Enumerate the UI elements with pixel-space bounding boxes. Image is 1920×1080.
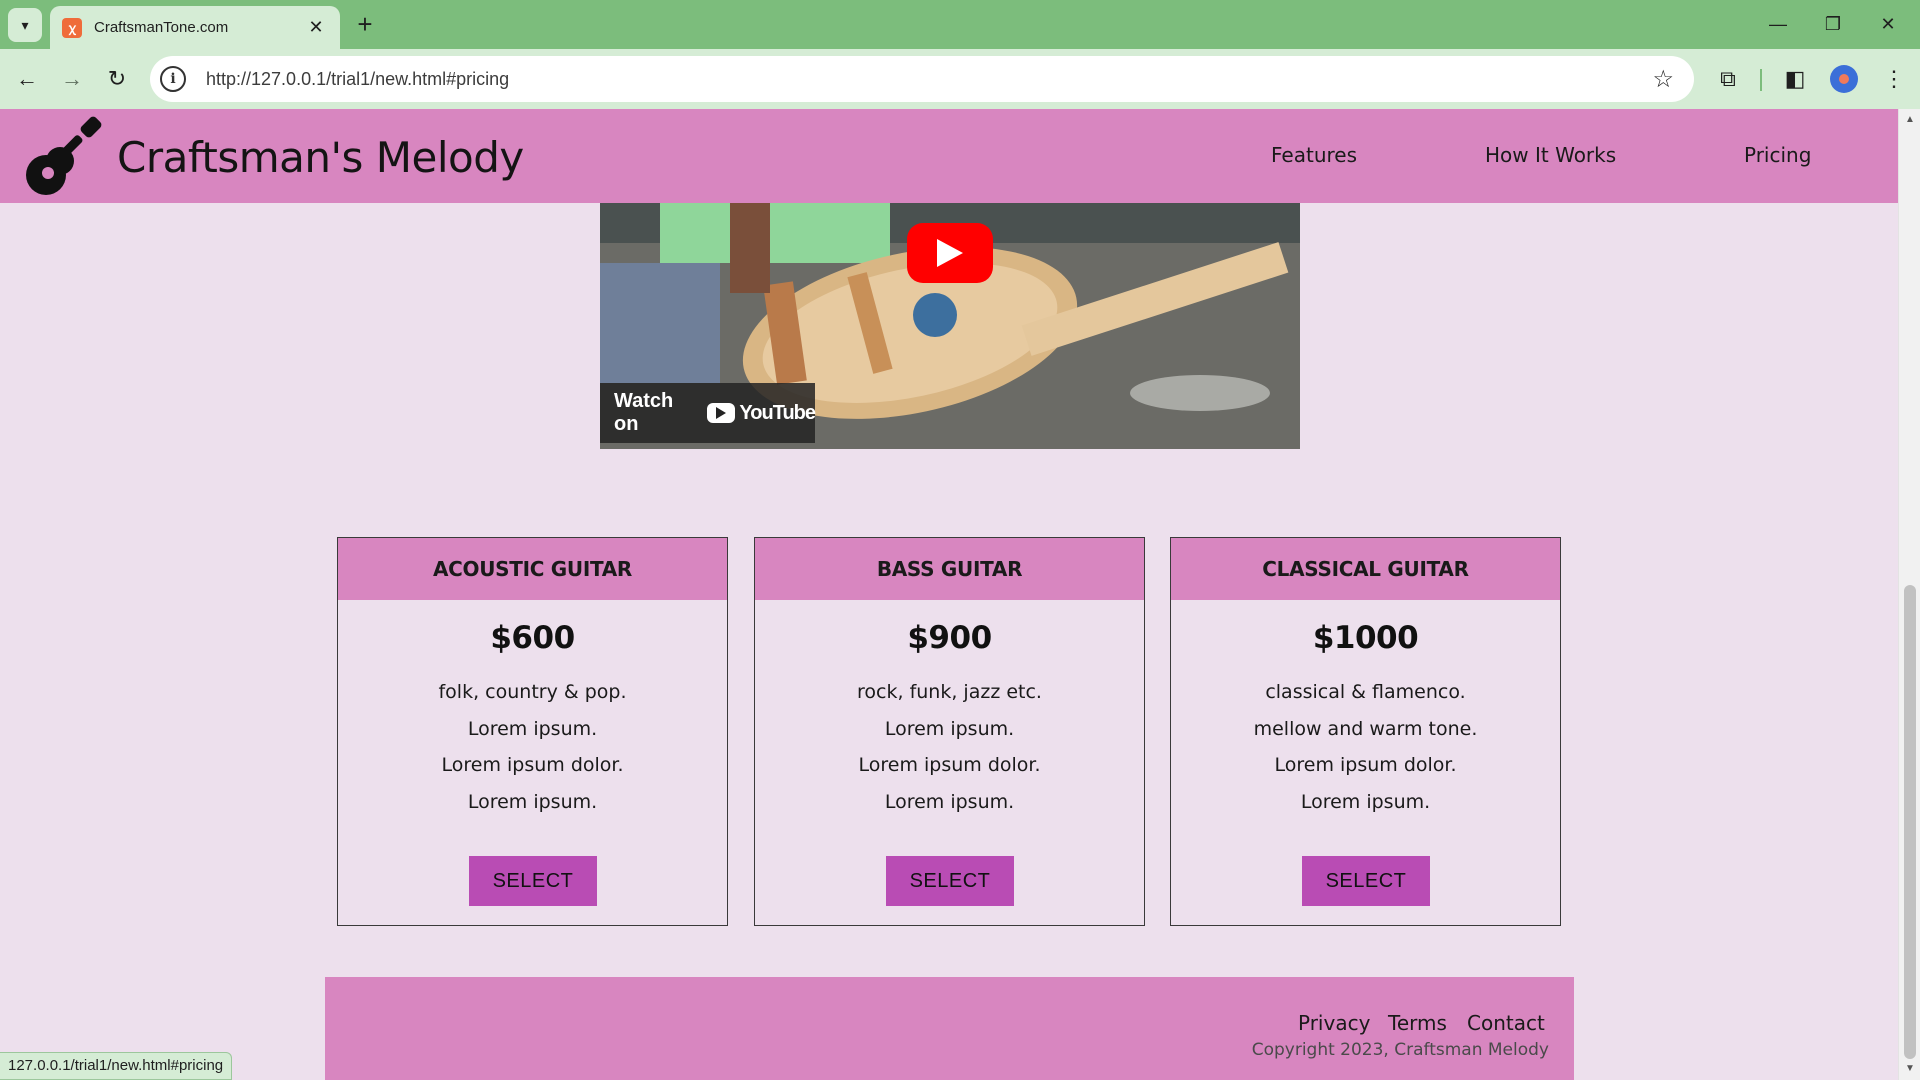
back-arrow-icon[interactable]: ← <box>9 61 45 97</box>
watch-on-label: Watch on <box>614 390 674 435</box>
select-button-classical[interactable]: SELECT <box>1302 856 1430 906</box>
feature-item: Lorem ipsum. <box>467 717 598 740</box>
card-title: CLASSICAL GUITAR <box>1171 538 1560 600</box>
watch-on-youtube-link[interactable]: Watch on YouTube <box>600 383 816 443</box>
feature-item: Lorem ipsum. <box>467 790 598 813</box>
nav-link-how-it-works[interactable]: How It Works <box>1485 143 1616 167</box>
url-text[interactable]: http://127.0.0.1/trial1/new.html#pricing <box>206 69 1652 90</box>
site-footer: Privacy Terms Contact Copyright 2023, Cr… <box>325 977 1574 1080</box>
reload-icon[interactable]: ↻ <box>99 61 135 97</box>
youtube-logo: YouTube <box>707 401 816 425</box>
feature-list: classical & flamenco. mellow and warm to… <box>1171 674 1560 820</box>
footer-link-privacy[interactable]: Privacy <box>1298 1011 1370 1035</box>
close-icon[interactable]: ✕ <box>304 17 328 38</box>
copyright-text: Copyright 2023, Craftsman Melody <box>1251 1040 1549 1060</box>
tab-search-button[interactable]: ▾ <box>8 8 42 42</box>
feature-item: Lorem ipsum dolor. <box>1274 754 1457 776</box>
nav-link-features[interactable]: Features <box>1271 143 1357 167</box>
tab-title: CraftsmanTone.com <box>94 19 229 36</box>
address-bar[interactable]: i http://127.0.0.1/trial1/new.html#prici… <box>150 56 1694 102</box>
play-icon <box>937 239 963 267</box>
feature-item: Lorem ipsum dolor. <box>858 754 1041 776</box>
card-title: BASS GUITAR <box>755 538 1144 600</box>
forward-arrow-icon[interactable]: → <box>54 61 90 97</box>
site-brand[interactable]: Craftsman's Melody <box>117 133 524 182</box>
feature-item: mellow and warm tone. <box>1253 717 1478 740</box>
youtube-icon <box>707 403 736 423</box>
feature-item: rock, funk, jazz etc. <box>857 681 1042 703</box>
card-title: ACOUSTIC GUITAR <box>338 538 727 600</box>
page-scrollbar[interactable]: ▲ ▼ <box>1898 109 1920 1080</box>
footer-link-terms[interactable]: Terms <box>1388 1011 1447 1035</box>
scroll-up-arrow-icon[interactable]: ▲ <box>1899 111 1920 129</box>
card-price: $600 <box>490 620 575 656</box>
side-panel-icon[interactable]: ◧ <box>1779 63 1811 95</box>
avatar-dot <box>1839 74 1849 84</box>
scrollbar-thumb[interactable] <box>1904 585 1916 1059</box>
select-button-acoustic[interactable]: SELECT <box>469 856 597 906</box>
feature-item: Lorem ipsum. <box>884 790 1015 813</box>
site-header: Craftsman's Melody Features How It Works… <box>0 109 1898 203</box>
scroll-down-arrow-icon[interactable]: ▼ <box>1899 1060 1920 1078</box>
feature-list: folk, country & pop. Lorem ipsum. Lorem … <box>338 674 727 820</box>
card-price: $900 <box>907 620 992 656</box>
bookmark-star-icon[interactable]: ☆ <box>1652 65 1674 94</box>
site-info-icon[interactable]: i <box>160 66 186 92</box>
select-button-bass[interactable]: SELECT <box>886 856 1014 906</box>
xampp-icon: ꭓ <box>62 17 82 38</box>
minimize-icon[interactable]: — <box>1756 8 1800 40</box>
youtube-play-button[interactable] <box>907 223 993 283</box>
browser-tab[interactable]: ꭓ CraftsmanTone.com ✕ <box>50 6 340 49</box>
page-viewport: Craftsman's Melody Features How It Works… <box>0 109 1920 1080</box>
kebab-menu-icon[interactable]: ⋮ <box>1878 63 1910 95</box>
feature-item: folk, country & pop. <box>438 681 627 703</box>
nav-link-pricing[interactable]: Pricing <box>1744 143 1811 167</box>
youtube-video-embed[interactable]: Watch on YouTube <box>600 203 1300 449</box>
card-price: $1000 <box>1312 620 1419 656</box>
feature-item: Lorem ipsum. <box>884 717 1015 740</box>
close-window-icon[interactable]: ✕ <box>1866 8 1910 40</box>
new-tab-button[interactable]: + <box>350 10 380 40</box>
extensions-icon[interactable]: ⧉ <box>1712 63 1744 95</box>
chevron-down-icon: ▾ <box>21 16 29 33</box>
browser-toolbar: ← → ↻ i http://127.0.0.1/trial1/new.html… <box>0 49 1920 109</box>
pricing-card-classical: CLASSICAL GUITAR $1000 classical & flame… <box>1170 537 1561 926</box>
feature-item: classical & flamenco. <box>1265 681 1466 703</box>
guitar-logo-icon <box>26 116 102 195</box>
pricing-card-acoustic: ACOUSTIC GUITAR $600 folk, country & pop… <box>337 537 728 926</box>
feature-list: rock, funk, jazz etc. Lorem ipsum. Lorem… <box>755 674 1144 820</box>
toolbar-divider <box>1760 69 1762 91</box>
restore-icon[interactable]: ❐ <box>1811 8 1855 40</box>
pricing-card-bass: BASS GUITAR $900 rock, funk, jazz etc. L… <box>754 537 1145 926</box>
youtube-wordmark: YouTube <box>739 401 816 424</box>
feature-item: Lorem ipsum. <box>1300 790 1431 813</box>
profile-avatar[interactable] <box>1830 65 1858 93</box>
link-status-bubble: 127.0.0.1/trial1/new.html#pricing <box>0 1052 233 1080</box>
browser-tab-strip: ▾ ꭓ CraftsmanTone.com ✕ + — ❐ ✕ <box>0 0 1920 49</box>
footer-link-contact[interactable]: Contact <box>1467 1011 1545 1035</box>
feature-item: Lorem ipsum dolor. <box>441 754 624 776</box>
